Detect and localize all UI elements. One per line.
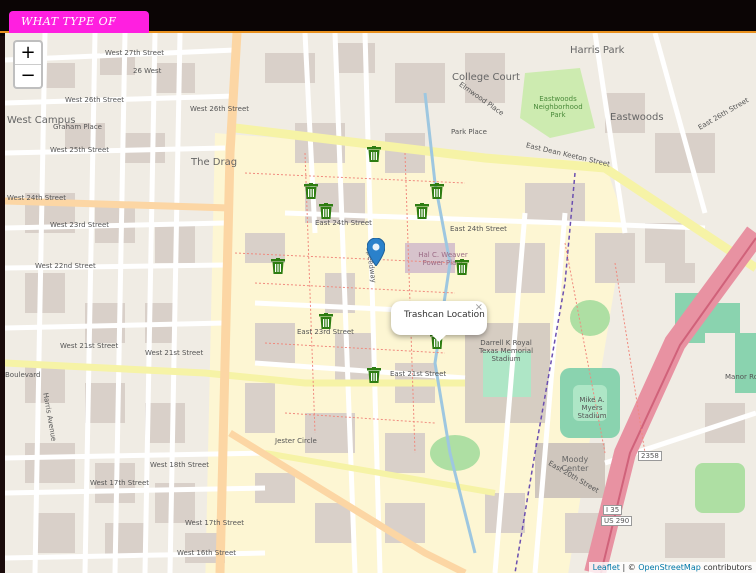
label-east-24th: East 24th Street <box>315 219 372 227</box>
trashcan-popup[interactable]: Trashcan Location × <box>391 301 487 342</box>
label-east-23rd: East 23rd Street <box>297 328 354 336</box>
waller-creek-green <box>430 435 480 471</box>
trashcan-icon[interactable] <box>319 203 333 219</box>
label-east-24th-2: East 24th Street <box>450 225 507 233</box>
label-west-26th-2: West 26th Street <box>190 105 250 113</box>
park-corner <box>695 463 745 513</box>
label-26-west: 26 West <box>133 67 162 75</box>
title-tab[interactable]: WHAT TYPE OF TRASH <box>9 11 149 50</box>
trashcan-icon[interactable] <box>455 259 469 275</box>
label-boulevard: Boulevard <box>5 371 41 379</box>
map-container[interactable]: West 27th Street 26 West West 26th Stree… <box>5 33 756 573</box>
route-shield-2358: 2358 <box>638 451 662 461</box>
map-pin-icon[interactable] <box>367 238 385 266</box>
label-graham-place: Graham Place <box>53 123 102 131</box>
zoom-out-button[interactable]: − <box>15 64 41 87</box>
popup-tip <box>431 334 447 342</box>
zoom-in-button[interactable]: + <box>15 42 41 64</box>
trashcan-icon[interactable] <box>367 146 381 162</box>
label-west-16th: West 16th Street <box>177 549 237 557</box>
attribution-separator: | © <box>619 563 639 572</box>
leaflet-link[interactable]: Leaflet <box>593 563 620 572</box>
label-west-24th: West 24th Street <box>7 194 67 202</box>
label-west-25th: West 25th Street <box>50 146 110 154</box>
label-west-23rd: West 23rd Street <box>50 221 110 229</box>
trashcan-icon[interactable] <box>271 258 285 274</box>
sports-field-3 <box>735 333 756 393</box>
trashcan-icon[interactable] <box>415 203 429 219</box>
label-west-17th: West 17th Street <box>90 479 150 487</box>
label-west-22nd: West 22nd Street <box>35 262 96 270</box>
trashcan-icon[interactable] <box>319 313 333 329</box>
popup-close-button[interactable]: × <box>475 302 483 313</box>
label-harris-park: Harris Park <box>570 45 625 56</box>
zoom-control: + − <box>13 40 43 89</box>
label-west-21st-2: West 21st Street <box>145 349 204 357</box>
route-shield-i35: I 35 <box>603 505 623 515</box>
label-west-18th: West 18th Street <box>150 461 210 469</box>
label-west-26th: West 26th Street <box>65 96 125 104</box>
label-the-drag: The Drag <box>191 157 238 168</box>
route-shield-us290: US 290 <box>601 516 633 526</box>
map-attribution: Leaflet | © OpenStreetMap contributors <box>588 562 756 573</box>
label-west-21st: West 21st Street <box>60 342 119 350</box>
label-eastwoods: Eastwoods <box>610 112 664 123</box>
label-east-21st: East 21st Street <box>390 370 447 378</box>
label-dkr-stadium: Darrell K Royal Texas Memorial Stadium <box>478 339 534 363</box>
osm-link[interactable]: OpenStreetMap <box>638 563 701 572</box>
park-green <box>570 300 610 336</box>
label-west-17th-2: West 17th Street <box>185 519 245 527</box>
label-manor-road: Manor Road <box>725 373 756 381</box>
trashcan-icon[interactable] <box>430 183 444 199</box>
label-eastwoods-park: Eastwoods Neighborhood Park <box>533 95 583 119</box>
popup-text: Trashcan Location <box>404 310 485 320</box>
label-jester-circle: Jester Circle <box>275 437 317 445</box>
trashcan-icon[interactable] <box>304 183 318 199</box>
trashcan-icon[interactable] <box>367 367 381 383</box>
label-mike-myers: Mike A. Myers Stadium <box>577 396 607 420</box>
attribution-suffix: contributors <box>700 563 752 572</box>
label-park-place: Park Place <box>451 128 487 136</box>
label-west-27th: West 27th Street <box>105 49 165 57</box>
